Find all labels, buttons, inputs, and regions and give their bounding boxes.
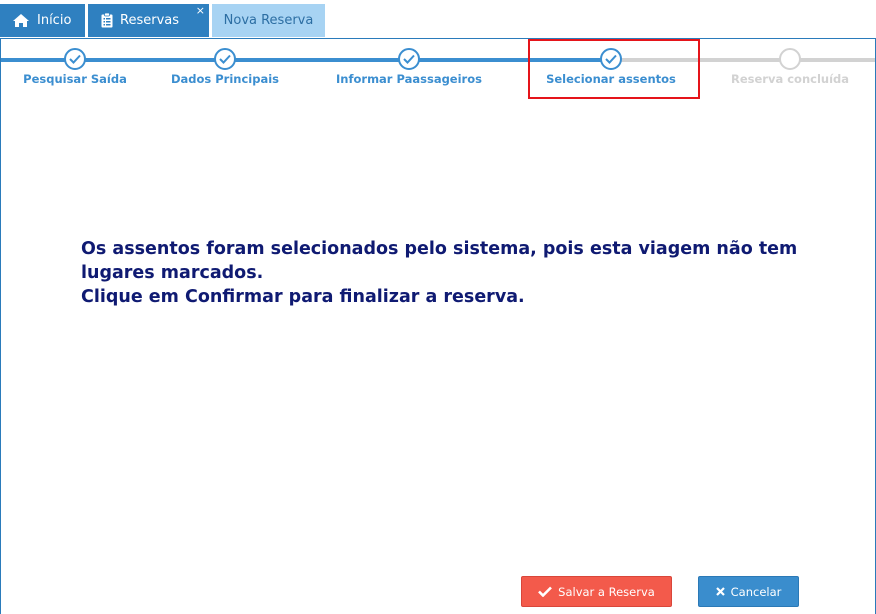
close-icon xyxy=(715,587,725,596)
tab-reservas-label: Reservas xyxy=(120,13,179,28)
step-2-check-icon xyxy=(214,48,236,70)
content-panel: Pesquisar Saída Dados Principais Informa… xyxy=(0,38,876,614)
tab-bar: Início Reservas × Nova Reserva xyxy=(0,0,876,38)
step-5-label: Reserva concluída xyxy=(730,72,850,86)
clipboard-icon xyxy=(101,13,113,28)
close-icon[interactable]: × xyxy=(196,5,205,17)
info-message-line-2: Clique em Confirmar para finalizar a res… xyxy=(81,287,525,307)
progress-wizard: Pesquisar Saída Dados Principais Informa… xyxy=(1,39,875,99)
cancel-label: Cancelar xyxy=(730,584,782,599)
tab-reservas[interactable]: Reservas × xyxy=(88,4,209,37)
step-5-circle-icon xyxy=(779,48,801,70)
progress-line-complete xyxy=(1,58,613,62)
step-1-check-icon xyxy=(64,48,86,70)
step-1-label: Pesquisar Saída xyxy=(23,72,127,86)
info-message: Os assentos foram selecionados pelo sist… xyxy=(81,237,861,309)
tab-nova-reserva-label: Nova Reserva xyxy=(223,13,314,28)
step-2-label: Dados Principais xyxy=(170,72,280,86)
step-3-check-icon xyxy=(398,48,420,70)
step-3-label: Informar Paassageiros xyxy=(336,72,482,86)
save-reservation-button[interactable]: Salvar a Reserva xyxy=(521,576,672,607)
current-step-highlight xyxy=(528,39,700,99)
info-message-line-1: Os assentos foram selecionados pelo sist… xyxy=(81,239,798,283)
tab-inicio-label: Início xyxy=(37,13,72,28)
cancel-button[interactable]: Cancelar xyxy=(698,576,799,607)
home-icon xyxy=(12,13,30,28)
check-icon xyxy=(538,586,553,597)
tab-nova-reserva[interactable]: Nova Reserva xyxy=(212,4,325,37)
tab-inicio[interactable]: Início xyxy=(0,4,85,37)
save-reservation-label: Salvar a Reserva xyxy=(558,584,655,599)
